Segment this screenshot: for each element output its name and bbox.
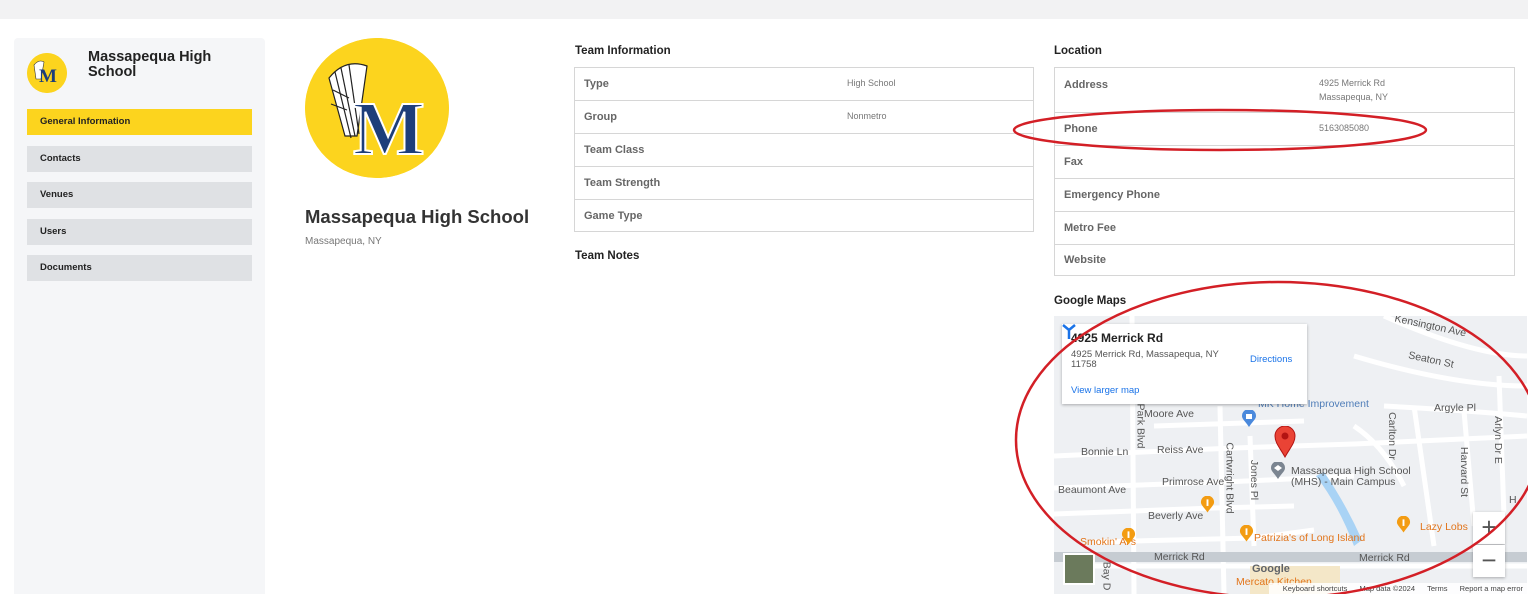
type-label: Type: [584, 78, 609, 90]
map-label-mhs-line2: (MHS) - Main Campus: [1291, 476, 1396, 488]
map-label-merrick-rd-2: Merrick Rd: [1359, 552, 1410, 564]
table-row: Type High School: [575, 68, 1033, 101]
map-label-cartwright: Cartwright Blvd: [1223, 442, 1236, 514]
map-label-carlton: Carlton Dr: [1385, 412, 1398, 460]
table-row: Emergency Phone: [1055, 179, 1514, 212]
table-row: Metro Fee: [1055, 212, 1514, 245]
table-row: Fax: [1055, 146, 1514, 179]
emergency-phone-label: Emergency Phone: [1064, 189, 1160, 201]
zoom-out-button[interactable]: −: [1473, 545, 1505, 577]
website-label: Website: [1064, 254, 1106, 266]
sidebar-item-contacts[interactable]: Contacts: [27, 145, 252, 172]
team-strength-label: Team Strength: [584, 177, 661, 189]
group-value: Nonmetro: [847, 111, 887, 121]
table-row: Team Strength: [575, 167, 1033, 200]
sidebar-nav: General Information Contacts Venues User…: [27, 109, 252, 292]
map-label-lazy-lobs: Lazy Lobs: [1420, 521, 1468, 533]
school-pin-icon: [1271, 462, 1285, 479]
terms-link[interactable]: Terms: [1427, 584, 1447, 593]
svg-text:M: M: [39, 66, 57, 87]
map-label-patrizias: Patrizia's of Long Island: [1254, 532, 1366, 544]
map-label-bay: Bay D: [1100, 561, 1113, 591]
restaurant-pin-icon: [1396, 516, 1411, 533]
google-maps-title: Google Maps: [1054, 295, 1127, 307]
table-row: Website: [1055, 245, 1514, 275]
view-larger-map-link[interactable]: View larger map: [1071, 385, 1139, 396]
sidebar-item-documents[interactable]: Documents: [27, 255, 252, 281]
directions-link[interactable]: Directions: [1250, 354, 1292, 365]
map-label-arlyn: Arlyn Dr E: [1491, 416, 1504, 464]
map-label-beaumont: Beaumont Ave: [1058, 484, 1127, 496]
phone-label: Phone: [1064, 123, 1098, 135]
group-label: Group: [584, 111, 617, 123]
sidebar-item-users[interactable]: Users: [27, 218, 252, 245]
report-map-error-link[interactable]: Report a map error: [1460, 584, 1523, 593]
satellite-toggle[interactable]: [1063, 553, 1095, 585]
map-card-address: 4925 Merrick Rd, Massapequa, NY 11758: [1071, 349, 1219, 370]
metro-fee-label: Metro Fee: [1064, 222, 1116, 234]
restaurant-pin-icon: [1200, 496, 1215, 513]
map-label-moore: Moore Ave: [1144, 408, 1195, 420]
table-row: Phone 5163085080: [1055, 113, 1514, 146]
sidebar: M Massapequa High School General Informa…: [14, 38, 265, 594]
sidebar-item-general-information[interactable]: General Information: [27, 109, 252, 135]
map-label-reiss: Reiss Ave: [1157, 444, 1204, 456]
location-marker-icon[interactable]: [1274, 426, 1296, 458]
school-logo-large-icon: M: [305, 38, 449, 178]
address-line2: Massapequa, NY: [1319, 92, 1389, 102]
table-row: Address 4925 Merrick Rd Massapequa, NY: [1055, 68, 1514, 113]
map-info-card: 4925 Merrick Rd 4925 Merrick Rd, Massape…: [1062, 324, 1307, 404]
team-notes-title: Team Notes: [575, 250, 640, 262]
location-table: Address 4925 Merrick Rd Massapequa, NY P…: [1054, 67, 1515, 276]
restaurant-pin-icon: [1121, 528, 1136, 545]
address-line1: 4925 Merrick Rd: [1319, 78, 1386, 88]
shop-pin-icon: [1242, 410, 1256, 427]
team-information-title: Team Information: [575, 45, 671, 57]
map-attribution: Keyboard shortcuts Map data ©2024 Terms …: [1268, 583, 1527, 594]
map-label-jones: Jones Pl: [1248, 459, 1261, 501]
zoom-in-button[interactable]: +: [1473, 512, 1505, 544]
top-bar: [0, 0, 1528, 19]
map-label-park-blvd: Park Blvd: [1134, 403, 1147, 449]
team-class-label: Team Class: [584, 144, 645, 156]
map-label-harvard: Harvard St: [1458, 446, 1471, 498]
school-name-heading: Massapequa High School: [305, 206, 530, 227]
google-map[interactable]: Kensington Ave Seaton St MK Home Improve…: [1054, 316, 1527, 594]
map-label-merrick-rd-1: Merrick Rd: [1154, 551, 1205, 563]
map-label-h: H: [1509, 494, 1517, 506]
svg-text:M: M: [353, 87, 425, 171]
game-type-label: Game Type: [584, 210, 643, 222]
table-row: Game Type: [575, 200, 1033, 231]
fax-label: Fax: [1064, 156, 1083, 168]
table-row: Group Nonmetro: [575, 101, 1033, 134]
team-information-table: Type High School Group Nonmetro Team Cla…: [574, 67, 1034, 232]
map-card-title: 4925 Merrick Rd: [1071, 331, 1164, 345]
sidebar-item-venues[interactable]: Venues: [27, 182, 252, 208]
map-data-text: Map data ©2024: [1359, 584, 1416, 593]
school-city: Massapequa, NY: [305, 236, 382, 247]
table-row: Team Class: [575, 134, 1033, 167]
sidebar-school-title: Massapequa High School: [88, 49, 212, 80]
address-label: Address: [1064, 79, 1109, 91]
directions-icon[interactable]: [1062, 324, 1076, 340]
google-logo: Google: [1252, 563, 1290, 575]
school-logo-icon: M: [27, 53, 67, 93]
map-label-argyle: Argyle Pl: [1434, 402, 1477, 414]
location-title: Location: [1054, 45, 1102, 57]
map-label-beverly: Beverly Ave: [1148, 510, 1204, 522]
map-label-primrose: Primrose Ave: [1162, 476, 1225, 488]
restaurant-pin-icon: [1239, 525, 1254, 542]
type-value: High School: [847, 78, 896, 88]
map-label-bonnie: Bonnie Ln: [1081, 446, 1129, 458]
phone-value: 5163085080: [1319, 123, 1370, 133]
keyboard-shortcuts-link[interactable]: Keyboard shortcuts: [1283, 584, 1348, 593]
